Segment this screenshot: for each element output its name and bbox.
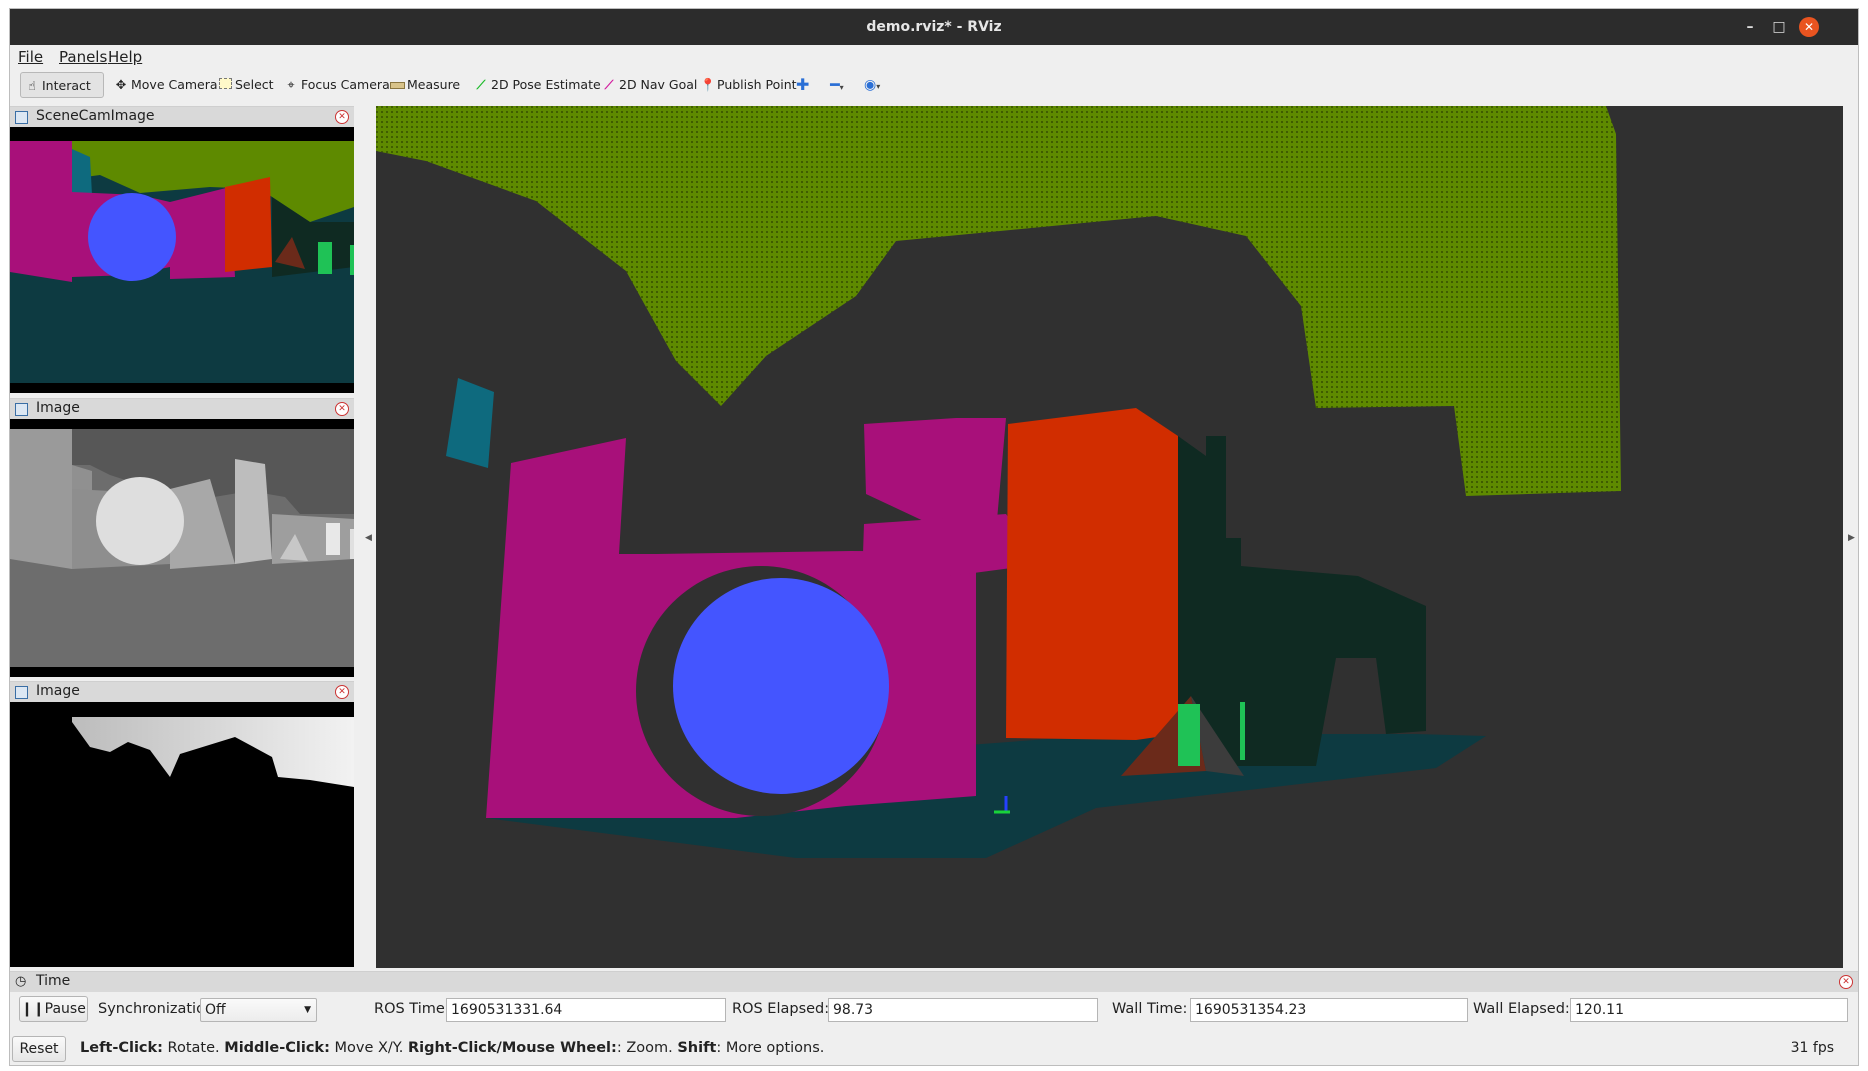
sync-select[interactable]: Off ▼	[200, 998, 317, 1022]
add-tool-button[interactable]: ✚	[792, 72, 813, 98]
measure-tool[interactable]: Measure	[386, 72, 464, 98]
nav-goal-tool[interactable]: ⟋ 2D Nav Goal	[598, 72, 701, 98]
magenta-arrow-icon: ⟋	[604, 77, 614, 92]
select-tool[interactable]: Select	[214, 72, 278, 98]
window-title: demo.rviz* - RViz	[866, 19, 1002, 35]
fps-counter: 31 fps	[1790, 1040, 1834, 1056]
close-panel-icon[interactable]: ✕	[335, 402, 349, 416]
wall-time-label: Wall Time:	[1112, 1001, 1188, 1017]
toolbar: ☝ Interact ✥ Move Camera Select ⌖ Focus Cam…	[10, 69, 1858, 101]
mask-image-view[interactable]	[10, 702, 354, 967]
wall-elapsed-label: Wall Elapsed:	[1473, 1001, 1570, 1017]
3d-scene	[376, 106, 1843, 968]
crosshair-icon: ⌖	[287, 77, 295, 92]
rviz-window: demo.rviz* - RViz – □ ✕ File Panels Help…	[9, 8, 1859, 1066]
reset-button[interactable]: Reset	[12, 1036, 66, 1062]
move-arrows-icon: ✥	[115, 77, 127, 92]
view-options-button[interactable]: ◉▾	[860, 72, 884, 98]
time-panel-title: Time	[36, 973, 71, 989]
panel-icon	[15, 686, 28, 699]
time-panel-header: ◷ Time ✕	[10, 971, 1858, 992]
menu-file[interactable]: File	[18, 48, 43, 66]
close-button[interactable]: ✕	[1799, 17, 1819, 37]
select-box-icon	[218, 72, 232, 98]
pause-icon: ❙❙	[21, 1001, 45, 1017]
close-panel-icon[interactable]: ✕	[335, 685, 349, 699]
focus-camera-tool[interactable]: ⌖ Focus Camera	[280, 72, 394, 98]
collapse-right-dock-icon[interactable]: ▶	[1848, 533, 1855, 543]
scenecam-panel-title: SceneCamImage	[36, 108, 155, 124]
minus-icon: ━	[830, 75, 840, 94]
eye-icon: ◉	[864, 77, 877, 93]
scenecam-image	[10, 127, 354, 393]
close-panel-icon[interactable]: ✕	[1839, 975, 1853, 989]
image-panel-title-2: Image	[36, 683, 80, 699]
move-camera-tool[interactable]: ✥ Move Camera	[110, 72, 222, 98]
menu-bar: File Panels Help	[10, 45, 1858, 67]
plus-icon: ✚	[796, 75, 810, 94]
close-panel-icon[interactable]: ✕	[335, 110, 349, 124]
wall-time-field[interactable]: 1690531354.23	[1190, 998, 1468, 1022]
scenecam-image-view[interactable]	[10, 127, 354, 393]
panel-icon	[15, 111, 28, 124]
3d-render-view[interactable]	[376, 106, 1843, 968]
pause-button[interactable]: ❙❙Pause	[19, 996, 88, 1022]
mask-image	[10, 702, 354, 967]
remove-tool-button[interactable]: ━▾	[826, 72, 848, 98]
interact-tool[interactable]: ☝ Interact	[20, 72, 104, 98]
ruler-icon	[390, 72, 405, 98]
image-panel-header-1: Image ✕	[10, 398, 354, 419]
minimize-button[interactable]: –	[1740, 17, 1760, 37]
depth-image-view[interactable]	[10, 419, 354, 677]
image-panel-header-2: Image ✕	[10, 681, 354, 702]
ros-elapsed-label: ROS Elapsed:	[732, 1001, 830, 1017]
title-bar: demo.rviz* - RViz – □ ✕	[10, 9, 1858, 45]
maximize-button[interactable]: □	[1769, 17, 1789, 37]
pose-estimate-tool[interactable]: ⟋ 2D Pose Estimate	[470, 72, 605, 98]
hand-pointer-icon: ☝	[28, 78, 36, 93]
ros-time-label: ROS Time:	[374, 1001, 450, 1017]
panel-icon	[15, 403, 28, 416]
ros-elapsed-field[interactable]: 98.73	[828, 998, 1098, 1022]
image-panel-title-1: Image	[36, 400, 80, 416]
status-hint: Left-Click: Rotate. Middle-Click: Move X…	[80, 1040, 825, 1056]
clock-icon: ◷	[15, 974, 27, 989]
depth-image	[10, 419, 354, 677]
scenecam-panel-header: SceneCamImage ✕	[10, 106, 354, 127]
chevron-down-icon: ▼	[304, 1005, 311, 1015]
ros-time-field[interactable]: 1690531331.64	[446, 998, 726, 1022]
wall-elapsed-field[interactable]: 120.11	[1570, 998, 1848, 1022]
publish-point-tool[interactable]: 📍Publish Point	[696, 72, 801, 98]
menu-panels[interactable]: Panels	[59, 48, 107, 66]
green-arrow-icon: ⟋	[476, 77, 486, 92]
menu-help[interactable]: Help	[108, 48, 142, 66]
map-pin-icon: 📍	[700, 77, 716, 92]
collapse-left-dock-icon[interactable]: ◀	[365, 533, 372, 543]
